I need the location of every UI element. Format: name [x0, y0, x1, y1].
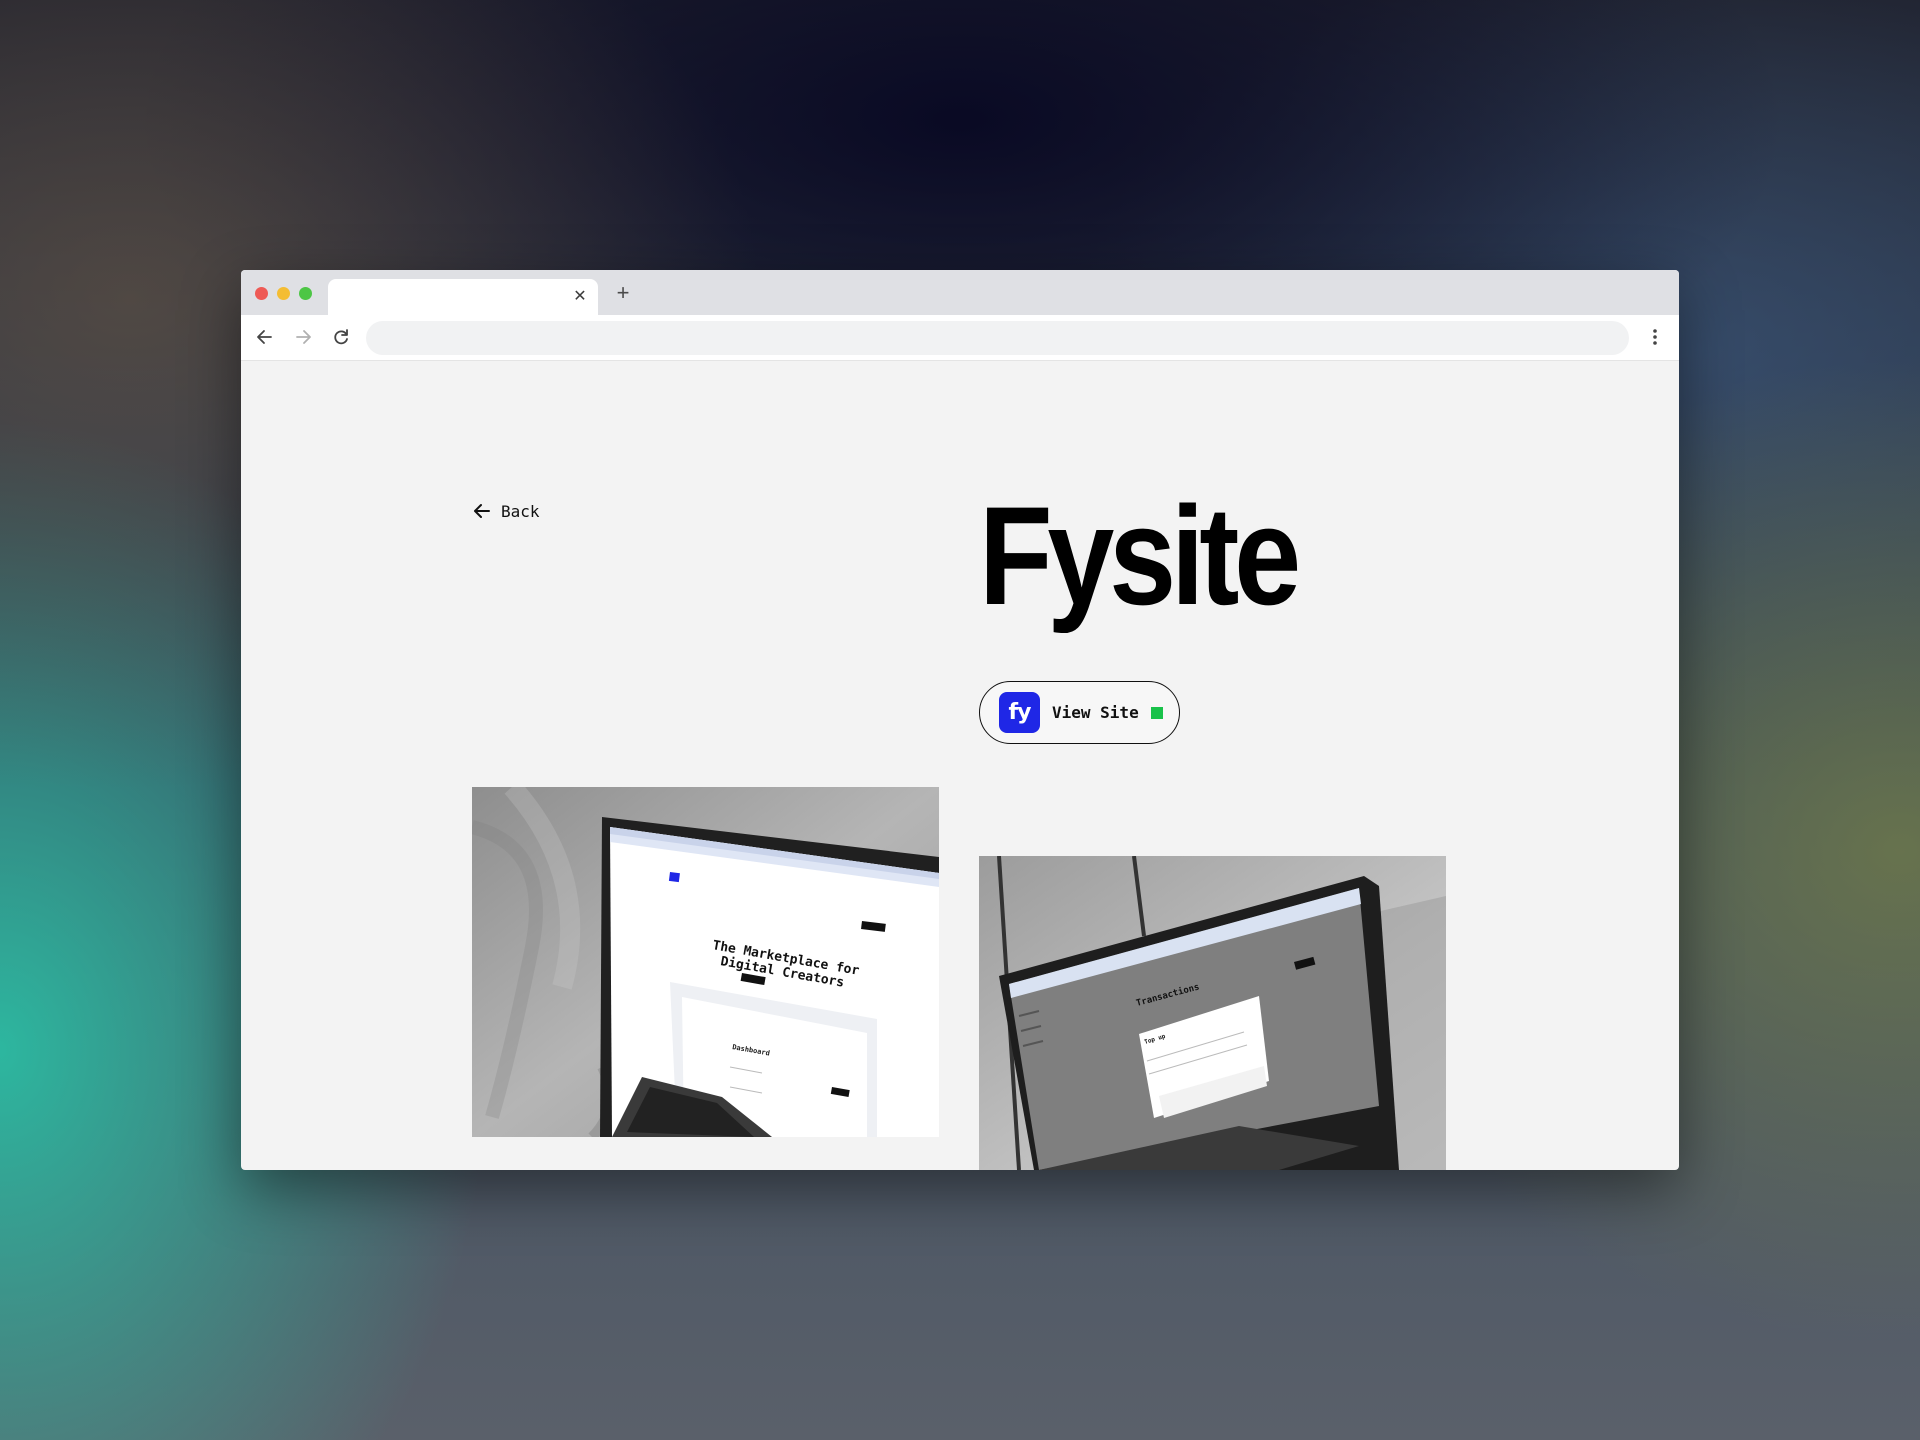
close-window-button[interactable]: [255, 287, 268, 300]
back-link[interactable]: Back: [472, 501, 540, 521]
fysite-logo: fy: [999, 692, 1040, 733]
arrow-left-icon: [474, 504, 490, 518]
tab-strip: ✕ +: [241, 270, 1679, 315]
project-photo-2: Transactions Top up: [979, 856, 1446, 1170]
browser-tab[interactable]: ✕: [328, 279, 598, 315]
reload-icon[interactable]: [327, 323, 355, 351]
browser-window: ✕ + Back Fysite fy View Site The Marketp…: [241, 270, 1679, 1170]
back-label: Back: [501, 501, 540, 521]
arrow-right-icon[interactable]: [289, 323, 317, 351]
maximize-window-button[interactable]: [299, 287, 312, 300]
plus-icon[interactable]: +: [610, 280, 636, 306]
address-bar[interactable]: [366, 321, 1629, 355]
view-site-button[interactable]: fy View Site: [979, 681, 1180, 744]
project-photo-1: The Marketplace for Digital Creators Das…: [472, 787, 939, 1137]
close-icon[interactable]: ✕: [570, 287, 590, 307]
kebab-menu-icon[interactable]: [1645, 323, 1665, 351]
status-indicator: [1150, 706, 1163, 719]
minimize-window-button[interactable]: [277, 287, 290, 300]
browser-toolbar: [241, 315, 1679, 361]
page-title: Fysite: [979, 477, 1301, 634]
view-site-label: View Site: [1052, 703, 1139, 722]
arrow-left-icon[interactable]: [251, 323, 279, 351]
page-content: Back Fysite fy View Site The Marketplace…: [241, 360, 1679, 1170]
